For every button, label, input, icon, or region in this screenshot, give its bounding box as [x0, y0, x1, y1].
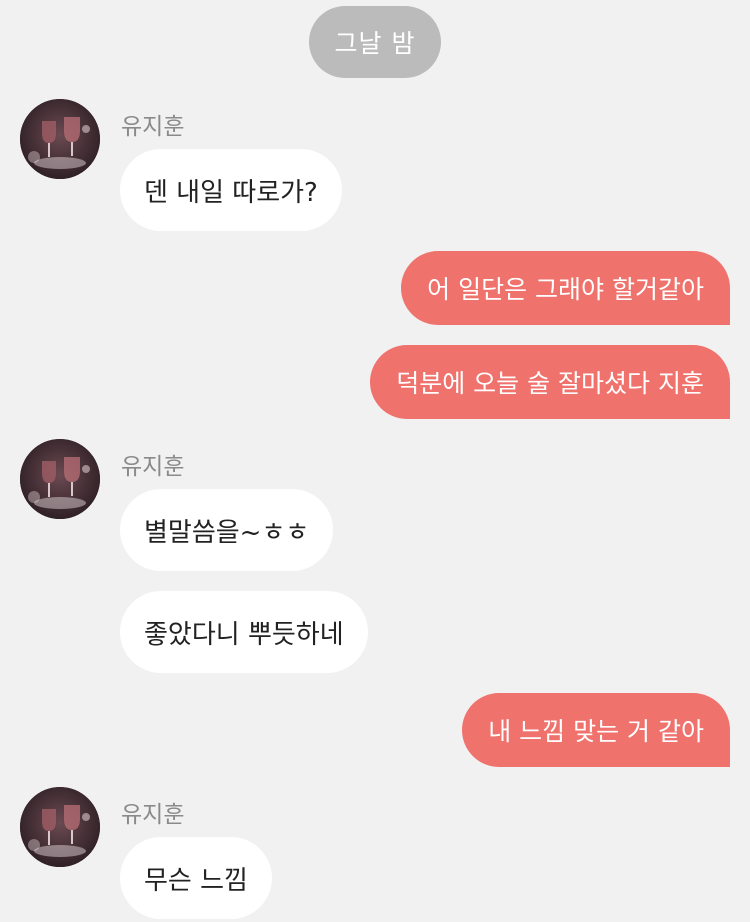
chat-thread[interactable]: 그날 밤 유지훈 덴 내일 따로가? 어 일단은 그래야 할거같아 덕분에 오늘…: [0, 0, 750, 922]
sender-name: 유지훈: [121, 802, 185, 828]
outgoing-message[interactable]: 내 느낌 맞는 거 같아: [462, 693, 730, 767]
incoming-message[interactable]: 덴 내일 따로가?: [120, 149, 342, 231]
sender-name: 유지훈: [121, 114, 185, 140]
incoming-message[interactable]: 좋았다니 뿌듯하네: [120, 591, 368, 673]
wine-glasses-photo-icon: [20, 787, 100, 867]
avatar[interactable]: [20, 439, 100, 519]
wine-glasses-photo-icon: [20, 439, 100, 519]
wine-glasses-photo-icon: [20, 99, 100, 179]
outgoing-message[interactable]: 덕분에 오늘 술 잘마셨다 지훈: [370, 345, 730, 419]
avatar[interactable]: [20, 99, 100, 179]
date-separator: 그날 밤: [309, 6, 441, 78]
incoming-message[interactable]: 무슨 느낌: [120, 837, 272, 919]
sender-name: 유지훈: [121, 454, 185, 480]
outgoing-message[interactable]: 어 일단은 그래야 할거같아: [401, 251, 730, 325]
incoming-message[interactable]: 별말씀을~ㅎㅎ: [120, 489, 334, 571]
avatar[interactable]: [20, 787, 100, 867]
